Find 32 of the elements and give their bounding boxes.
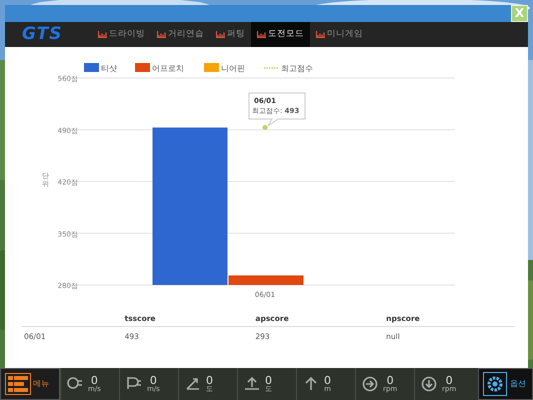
logo: GTS [22,23,64,46]
gauge-value: 0 [150,375,157,386]
nav-tab[interactable]: 드라이빙 [92,22,151,47]
legend-label: 티샷 [101,64,117,73]
nav-tab[interactable]: 거리연습 [151,22,210,47]
nav-tab[interactable]: 도전모드 [251,22,310,47]
nav-tab[interactable]: 미니게임 [310,22,369,47]
gauge-value: 0 [386,375,394,386]
menu-button[interactable]: 메뉴 [0,368,60,400]
gauge-value: 0 [324,375,331,386]
gauge-value: 0 [90,375,98,386]
chart-icon [216,31,225,38]
legend-label: 니어핀 [221,64,245,73]
gauge-value: 0 [206,375,213,386]
settings-icon [483,372,507,396]
chart-icon [316,31,325,38]
legend-label: 어프로치 [152,64,184,73]
chart-icon [98,31,107,38]
gauge-icon [361,375,379,393]
chart-icon [157,31,166,38]
gauge-value: 0 [265,375,272,386]
options-button[interactable]: 옵션 [478,368,533,400]
tooltip [248,92,306,126]
gauge-icon [420,375,438,393]
gauge-icon [243,375,261,393]
gauge-icon [184,375,202,393]
menu-icon [5,373,31,395]
gauge-value: 0 [446,375,453,386]
chart-icon [257,31,266,38]
legend-label: 최고점수 [281,64,313,73]
line-point [262,125,268,130]
nav-tab[interactable]: 퍼팅 [210,22,251,47]
